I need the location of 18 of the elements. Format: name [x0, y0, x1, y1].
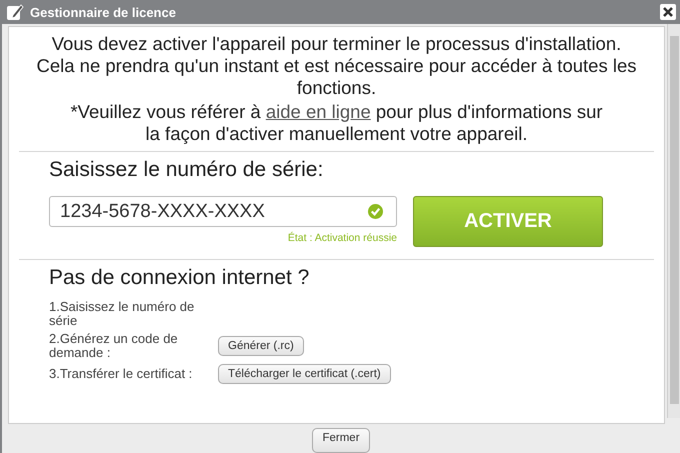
intro-text: Vous devez activer l'appareil pour terminer le processus d'installation.: [50, 33, 622, 55]
help-text: *Veuillez vous référer à aide en ligne pour plus d'informations sur la façon d'activer manuellement votre appareil.: [69, 101, 604, 145]
edit-document-icon: [6, 3, 24, 21]
step-button[interactable]: Télécharger le certificat (.cert): [218, 364, 391, 384]
status-text: État : Activation réussie: [288, 232, 397, 244]
serial-field[interactable]: 1234-5678-XXXX-XXXX: [49, 196, 397, 227]
close-button[interactable]: Fermer: [312, 428, 370, 453]
intro-text: Cela ne prendra qu'un instant et est nécessaire pour accéder à toutes les fonctions.: [35, 55, 638, 99]
step-label: 3.Transférer le certificat :: [49, 367, 192, 381]
serial-heading: Saisissez le numéro de série:: [49, 158, 324, 182]
step-label: 2.Générez un code de demande :: [49, 332, 179, 360]
scrollbar[interactable]: [667, 24, 680, 418]
offline-heading: Pas de connexion internet ?: [49, 266, 310, 290]
step-label: 1.Saisissez le numéro de série: [49, 300, 196, 328]
close-icon[interactable]: [660, 4, 676, 20]
help-link[interactable]: aide en ligne: [266, 101, 371, 122]
window-title: Gestionnaire de licence: [30, 4, 177, 20]
step-button[interactable]: Générer (.rc): [218, 336, 304, 356]
